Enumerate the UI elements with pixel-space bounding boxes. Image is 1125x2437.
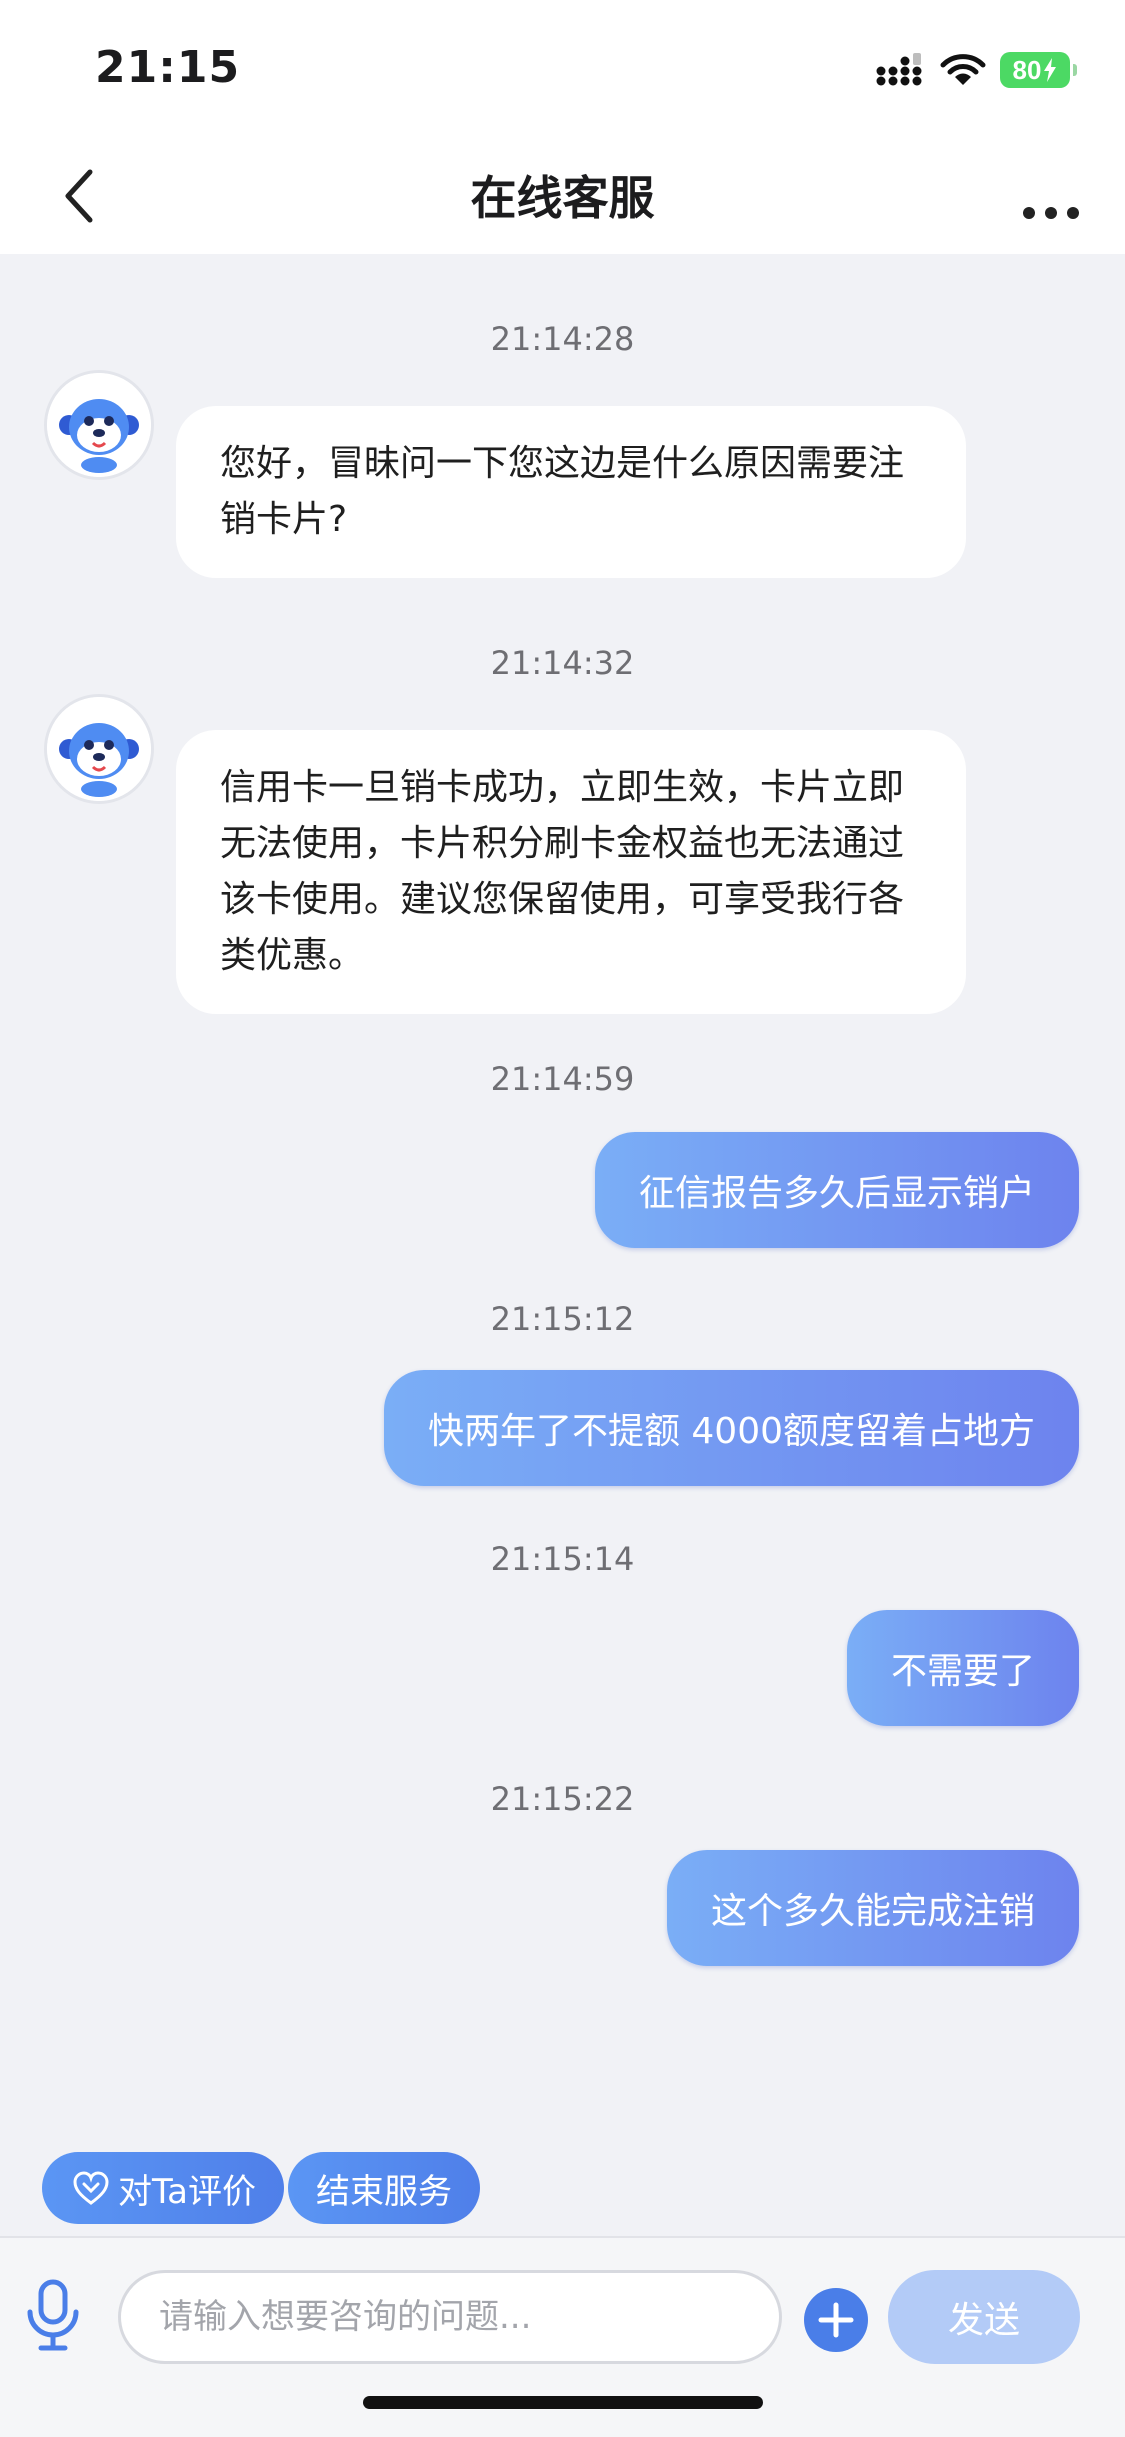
bolt-icon bbox=[1044, 58, 1057, 82]
robot-mascot-icon bbox=[47, 697, 151, 801]
agent-avatar bbox=[44, 694, 154, 804]
status-icons: 80 bbox=[876, 50, 1077, 90]
end-service-button[interactable]: 结束服务 bbox=[287, 2152, 480, 2224]
user-message: 征信报告多久后显示销户 bbox=[594, 1132, 1079, 1248]
message-timestamp: 21:14:28 bbox=[490, 320, 635, 358]
chat-area[interactable]: 21:14:28 您好，冒昧问一下您这边是什么原因需要注销卡片? 21:14:3… bbox=[0, 254, 1125, 2148]
message-timestamp: 21:15:22 bbox=[490, 1780, 635, 1818]
cellular-signal-icon bbox=[876, 53, 922, 86]
nav-bar: 在线客服 bbox=[0, 140, 1125, 254]
agent-avatar bbox=[44, 370, 154, 480]
more-button[interactable] bbox=[1005, 162, 1095, 232]
user-message: 快两年了不提额 4000额度留着占地方 bbox=[383, 1370, 1079, 1486]
send-button[interactable]: 发送 bbox=[888, 2270, 1080, 2364]
status-bar: 21:15 80 bbox=[0, 0, 1125, 140]
agent-message: 信用卡一旦销卡成功，立即生效，卡片立即无法使用，卡片积分刷卡金权益也无法通过该卡… bbox=[176, 730, 966, 1014]
battery-indicator: 80 bbox=[1000, 52, 1077, 88]
agent-message: 您好，冒昧问一下您这边是什么原因需要注销卡片? bbox=[176, 406, 966, 578]
heart-badge-icon bbox=[73, 2171, 109, 2205]
message-timestamp: 21:14:59 bbox=[490, 1060, 635, 1098]
microphone-icon bbox=[27, 2279, 79, 2351]
battery-level: 80 bbox=[1012, 54, 1042, 85]
rate-agent-label: 对Ta评价 bbox=[118, 2171, 256, 2212]
message-timestamp: 21:15:12 bbox=[490, 1300, 635, 1338]
add-attachment-button[interactable] bbox=[804, 2288, 868, 2352]
message-timestamp: 21:15:14 bbox=[490, 1540, 635, 1578]
user-message: 这个多久能完成注销 bbox=[666, 1850, 1079, 1966]
wifi-icon bbox=[940, 54, 986, 85]
quick-actions: 对Ta评价 结束服务 bbox=[42, 2152, 480, 2224]
user-message: 不需要了 bbox=[846, 1610, 1079, 1726]
robot-mascot-icon bbox=[47, 373, 151, 477]
more-dots-icon bbox=[1023, 207, 1079, 219]
plus-icon bbox=[818, 2302, 854, 2338]
message-timestamp: 21:14:32 bbox=[490, 644, 635, 682]
rate-agent-button[interactable]: 对Ta评价 bbox=[42, 2152, 284, 2224]
message-input[interactable] bbox=[118, 2270, 782, 2364]
status-time: 21:15 bbox=[95, 42, 241, 93]
end-service-label: 结束服务 bbox=[315, 2171, 452, 2212]
page-title: 在线客服 bbox=[470, 171, 655, 225]
home-indicator[interactable] bbox=[363, 2396, 763, 2409]
voice-input-button[interactable] bbox=[22, 2276, 84, 2356]
